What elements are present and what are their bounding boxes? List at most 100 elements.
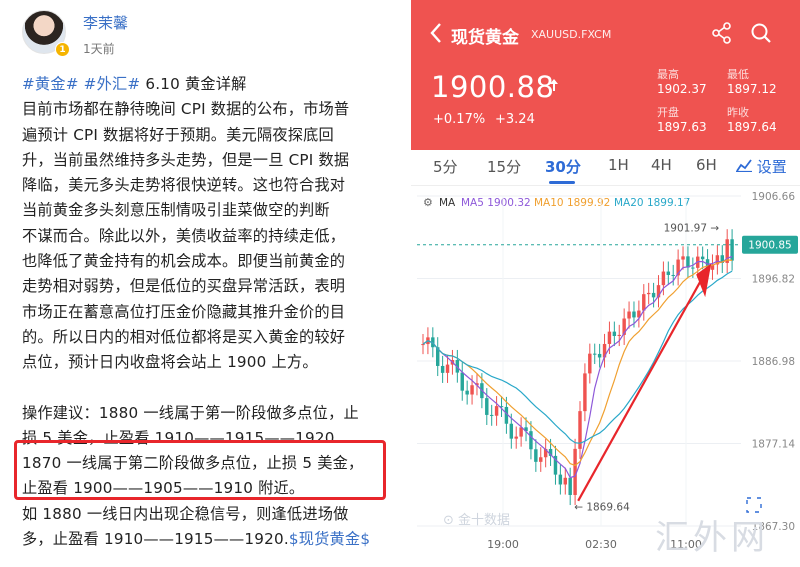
social-post: 1 李茉馨 1天前 #黄金# #外汇# 6.10 黄金详解 目前市场都在静待晚间… [0,0,398,567]
low-annotation: ← 1869.64 [574,501,630,513]
percent-change: +0.17% [433,112,486,127]
advice-last-line: 多，止盈看 1910——1915——1920.$现货黄金$ [22,527,394,552]
chart-settings-icon [736,159,752,173]
absolute-change: +3.24 [495,112,535,127]
y-tick-label: 1896.82 [752,274,795,286]
candle-body [612,331,617,337]
post-title: 6.10 黄金详解 [145,75,247,93]
ma-legend-item: MA10 1899.92 [534,197,610,209]
body-line: 目前市场都在静待晚间 CPI 数据的公布，市场普 [22,100,350,119]
x-tick-label: 19:00 [487,538,519,551]
candle-body [460,372,464,391]
author-name[interactable]: 李茉馨 [83,12,128,33]
candle-body [646,292,651,295]
instrument-title: 现货黄金 [451,28,519,48]
body-line: 当前黄金多头刻意压制情吸引韭菜做空的判断 [22,201,330,220]
ma-legend-item: MA5 1900.32 [461,197,531,209]
x-tick-label: 02:30 [585,538,617,551]
tab-6h[interactable]: 6H [696,156,717,174]
post-time: 1天前 [83,42,115,56]
candle-body [440,365,445,373]
settings-gear-icon: ⚙ [423,196,433,209]
candle-body [642,294,646,311]
advice-line: 如 1880 一线日内出现企稳信号，则逢低进场做 [22,504,349,523]
body-line: 点位，预计日内收盘将会站上 1900 上方。 [22,353,318,372]
candle-body [485,398,489,415]
chevron-left-icon[interactable] [429,22,443,50]
active-tab-indicator [549,181,575,184]
search-icon[interactable] [750,22,772,44]
candle-body [607,331,612,344]
stat-high-label: 最高 [657,68,679,81]
candle-body [671,274,675,276]
body-line: 遍预计 CPI 数据将好于预期。美元隔夜探底回 [22,125,334,144]
settings-label: 设置 [756,158,787,176]
candle-body [539,457,543,462]
candle-body [514,436,518,439]
candle-body [421,344,425,346]
body-line: 市场正在蓄意高位打压金价隐藏其推升金价的目 [22,302,346,321]
candle-body [470,385,474,395]
candle-body [529,431,533,450]
candle-body [583,373,587,412]
stat-prevclose-label: 昨收 [727,106,749,119]
candle-body [558,474,563,485]
body-line: 走势相对弱势，但是低位的买盘异常活跃，表明 [22,277,346,296]
tab-30m[interactable]: 30分 [545,156,581,177]
cashtag-spot-gold[interactable]: $现货黄金$ [289,530,370,548]
candle-body [445,364,450,373]
candle-body [563,477,567,485]
tab-4h[interactable]: 4H [651,156,672,174]
advice-line: 多，止盈看 1910——1915——1920. [22,530,289,549]
body-line: 降临，美元多头走势将很快逆转。这也符合我对 [22,176,346,195]
stat-low-value: 1897.12 [727,82,777,96]
candle-body [489,414,494,416]
share-icon[interactable] [711,22,733,44]
quote-app: 现货黄金 XAUUSD.FXCM 1900.88 +0.17% +3.24 最高… [411,0,800,567]
timeframe-tabs: 5分 15分 30分 1H 4H 6H 设置 [411,150,800,186]
candle-body [509,423,514,439]
candle-body [632,311,636,318]
highlight-box [14,440,386,500]
trend-arrow-head [696,263,712,298]
candle-body [661,271,666,286]
quote-header: 现货黄金 XAUUSD.FXCM 1900.88 +0.17% +3.24 最高… [411,0,800,150]
ma-label: MA [439,197,456,209]
candle-body [593,353,597,355]
site-watermark: 汇外网 [655,518,769,558]
high-annotation: 1901.97 → [664,222,720,234]
candle-body [627,311,631,319]
y-tick-label: 1886.98 [752,356,795,368]
body-line: 的。所以日内的相对低位都将是买入黄金的较好 [22,327,346,346]
candle-body [568,477,572,495]
body-line: 升，当前虽然维持多头走势，但是一旦 CPI 数据 [22,150,350,169]
instrument-symbol: XAUUSD.FXCM [531,28,612,41]
chart-watermark: ⊙ 金十数据 [443,512,510,528]
last-price: 1900.88 [431,70,555,104]
hashtag-forex[interactable]: #外汇# [84,75,141,93]
post-title-line: #黄金# #外汇# 6.10 黄金详解 [22,72,394,97]
stat-open-label: 开盘 [657,106,679,119]
hashtag-gold[interactable]: #黄金# [22,75,79,93]
stat-high-value: 1902.37 [657,82,707,96]
arrow-up-icon [549,78,559,96]
tab-15m[interactable]: 15分 [487,156,521,177]
tab-1h[interactable]: 1H [608,156,629,174]
candle-body [534,449,538,462]
y-tick-label: 1877.14 [752,439,796,451]
candle-body [597,353,602,358]
candle-body [588,353,592,374]
candle-body [494,406,499,416]
tab-5m[interactable]: 5分 [433,156,458,177]
current-price-tag: 1900.85 [748,240,791,252]
y-tick-label: 1906.66 [752,191,796,203]
stat-open-value: 1897.63 [657,120,707,134]
candle-body [700,256,705,260]
chart-settings-button[interactable]: 设置 [736,156,787,177]
ma-legend-item: MA20 1899.17 [614,197,690,209]
stat-prevclose-value: 1897.64 [727,120,777,134]
stat-low-label: 最低 [727,68,749,81]
body-line: 也降低了黄金持有的机会成本。即便当前黄金的 [22,252,346,271]
verified-badge: 1 [55,42,70,57]
candle-body [465,390,469,395]
